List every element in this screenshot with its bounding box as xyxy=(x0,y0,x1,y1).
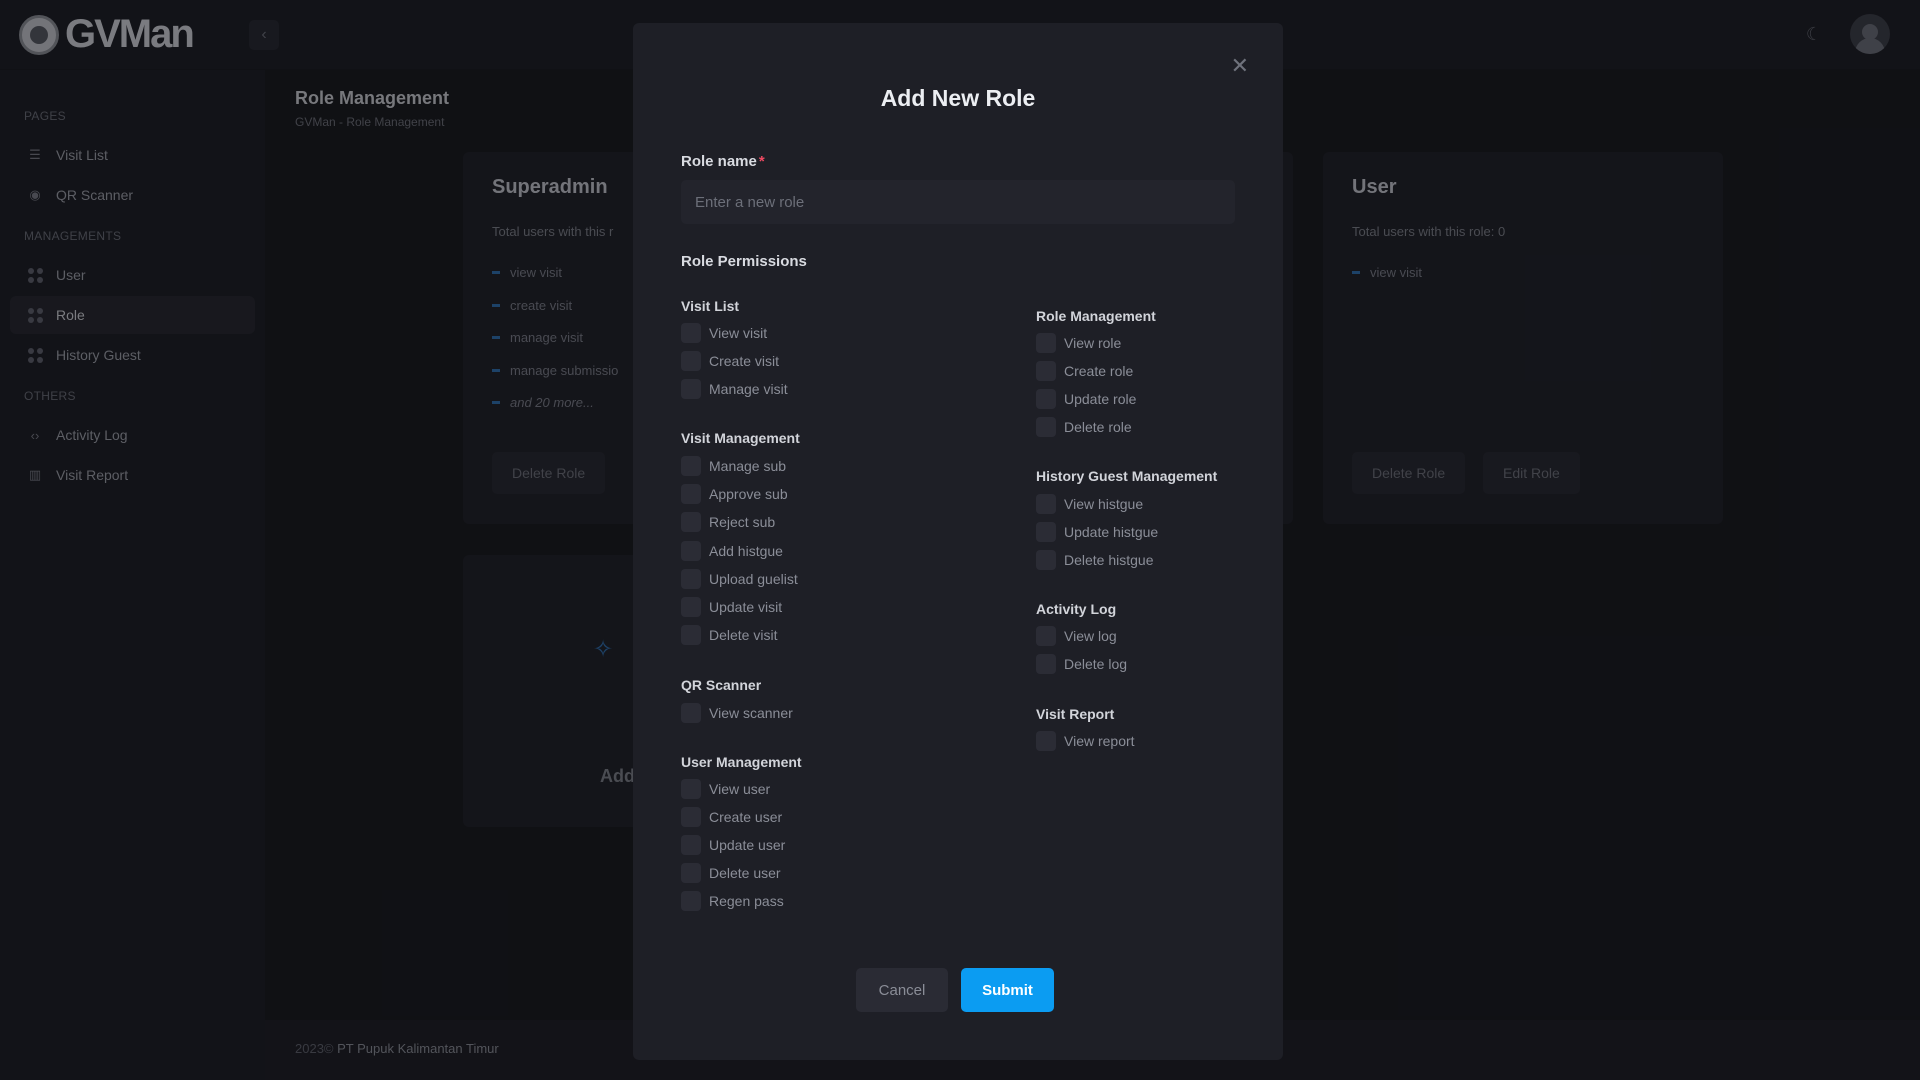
permission-label: Create role xyxy=(1064,363,1134,379)
permission-checkbox[interactable]: Manage visit xyxy=(681,379,788,399)
permission-checkbox[interactable]: View histgue xyxy=(1036,494,1143,514)
permission-label: Manage sub xyxy=(709,458,787,474)
permission-checkbox[interactable]: Approve sub xyxy=(681,484,788,504)
submit-button[interactable]: Submit xyxy=(961,968,1054,1012)
permission-label: View report xyxy=(1064,733,1135,749)
permission-checkbox[interactable]: Delete user xyxy=(681,863,781,883)
close-icon[interactable]: ✕ xyxy=(1231,53,1249,79)
permission-checkbox[interactable]: Manage sub xyxy=(681,456,786,476)
permission-checkbox[interactable]: Regen pass xyxy=(681,891,784,911)
permission-checkbox[interactable]: Delete histgue xyxy=(1036,550,1154,570)
permission-checkbox[interactable]: Update user xyxy=(681,835,785,855)
permission-label: Update histgue xyxy=(1064,524,1159,540)
permission-checkbox[interactable]: Create user xyxy=(681,807,782,827)
permission-label: Create visit xyxy=(709,353,780,369)
permission-label: Regen pass xyxy=(709,893,784,909)
permission-checkbox[interactable]: Update visit xyxy=(681,597,782,617)
modal-title: Add New Role xyxy=(880,85,1036,111)
permission-group-title: Activity Log xyxy=(1036,601,1117,617)
role-permissions-title: Role Permissions xyxy=(681,253,807,270)
permission-group-title: Role Management xyxy=(1036,308,1156,324)
role-name-label-text: Role name xyxy=(681,153,757,170)
permission-label: Update visit xyxy=(709,599,783,615)
permission-label: Delete histgue xyxy=(1064,552,1154,568)
permission-checkbox[interactable]: Delete role xyxy=(1036,417,1132,437)
permission-group-title: Visit Report xyxy=(1036,706,1115,722)
role-name-label: Role name * xyxy=(681,153,765,170)
permission-label: Delete role xyxy=(1064,419,1132,435)
required-mark: * xyxy=(758,153,765,170)
permission-label: Reject sub xyxy=(709,514,776,530)
permission-label: Update role xyxy=(1064,391,1137,407)
permission-label: View role xyxy=(1064,335,1122,351)
permission-checkbox[interactable]: Delete visit xyxy=(681,625,777,645)
permission-label: Update user xyxy=(709,837,786,853)
permission-label: Manage visit xyxy=(709,381,788,397)
permission-label: View histgue xyxy=(1064,496,1144,512)
permission-label: Delete user xyxy=(709,865,781,881)
permission-checkbox[interactable]: Add histgue xyxy=(681,541,783,561)
permission-checkbox[interactable]: View scanner xyxy=(681,703,793,723)
permission-checkbox[interactable]: Create role xyxy=(1036,361,1133,381)
permission-checkbox[interactable]: Create visit xyxy=(681,351,779,371)
permission-checkbox[interactable]: Update histgue xyxy=(1036,522,1158,542)
cancel-button[interactable]: Cancel xyxy=(856,968,948,1012)
permission-group-title: History Guest Management xyxy=(1036,468,1218,484)
permission-label: View user xyxy=(709,781,771,797)
permission-group-title: User Management xyxy=(681,754,802,770)
permission-label: Delete log xyxy=(1064,656,1128,672)
permission-group-title: QR Scanner xyxy=(681,677,762,693)
permission-checkbox[interactable]: View role xyxy=(1036,333,1121,353)
permission-checkbox[interactable]: View log xyxy=(1036,626,1117,646)
permission-label: View log xyxy=(1064,628,1117,644)
role-name-input[interactable] xyxy=(681,180,1235,224)
permission-group-title: Visit Management xyxy=(681,430,800,446)
permission-checkbox[interactable]: View report xyxy=(1036,731,1135,751)
permission-label: Approve sub xyxy=(709,486,788,502)
permission-label: Delete visit xyxy=(709,627,778,643)
permission-group-title: Visit List xyxy=(681,298,740,314)
permission-checkbox[interactable]: View visit xyxy=(681,323,767,343)
permission-label: View visit xyxy=(709,325,768,341)
permission-checkbox[interactable]: View user xyxy=(681,779,770,799)
permission-label: Add histgue xyxy=(709,543,783,559)
permission-label: Upload guelist xyxy=(709,571,798,587)
permission-checkbox[interactable]: Upload guelist xyxy=(681,569,798,589)
permission-checkbox[interactable]: Reject sub xyxy=(681,512,775,532)
permission-label: View scanner xyxy=(709,705,793,721)
add-role-modal: ✕ Add New Role Role name* Role Permissio… xyxy=(633,23,1283,1060)
permission-label: Create user xyxy=(709,809,783,825)
permission-checkbox[interactable]: Update role xyxy=(1036,389,1136,409)
permission-checkbox[interactable]: Delete log xyxy=(1036,654,1127,674)
